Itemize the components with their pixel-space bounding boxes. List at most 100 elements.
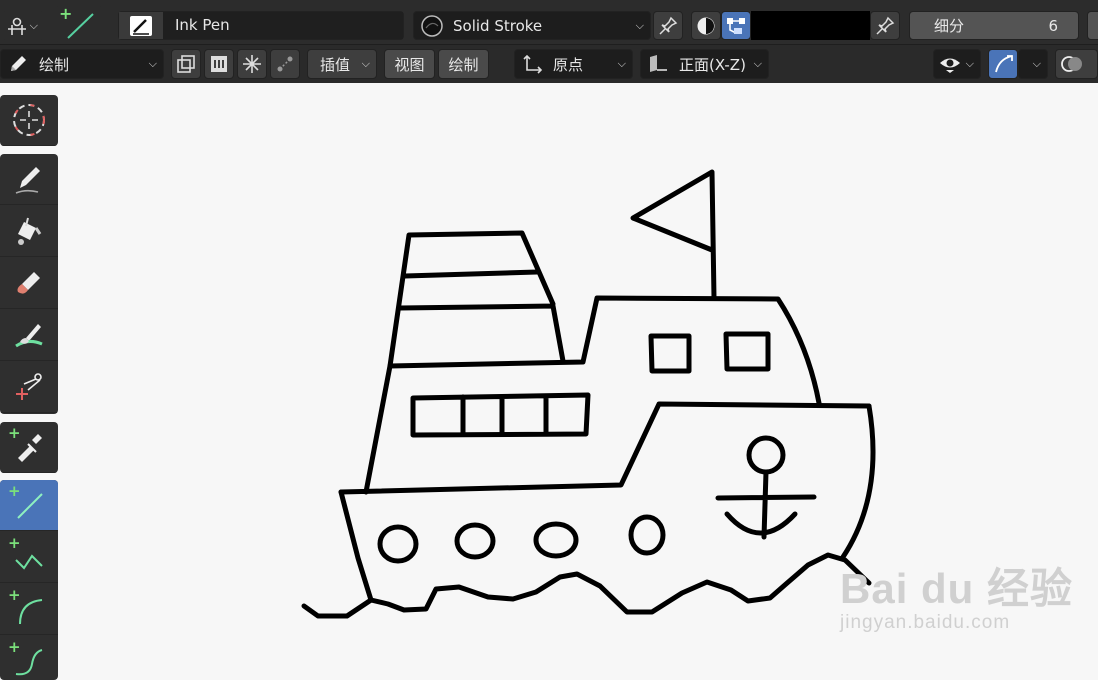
interpolate-label: 插值 xyxy=(320,55,351,74)
chevron-down-icon: ⌵ xyxy=(361,57,370,70)
gizmo-menu[interactable]: ⌵ xyxy=(1018,49,1048,79)
flag-stroke xyxy=(630,169,717,301)
watermark-logo: Bai du 经验 xyxy=(840,565,1074,612)
vertex-color-button[interactable] xyxy=(721,11,751,40)
plane-orientation-icon xyxy=(647,53,669,75)
chevron-down-icon: ⌵ xyxy=(29,18,38,32)
tool-arc[interactable]: + xyxy=(0,584,58,635)
stroke-select-button[interactable] xyxy=(204,49,234,79)
point-select-button[interactable] xyxy=(237,49,267,79)
chevron-down-icon: ⌵ xyxy=(635,18,644,32)
chevron-down-icon: ⌵ xyxy=(148,57,157,70)
pin-icon xyxy=(658,16,678,36)
draw-menu[interactable]: 绘制 xyxy=(438,49,489,79)
overlay-toggle[interactable] xyxy=(1055,49,1098,79)
mid-hull-stroke xyxy=(338,363,872,495)
view-menu-label: 视图 xyxy=(394,55,425,74)
material-name: Solid Stroke xyxy=(453,16,543,35)
snap-menu-button[interactable]: ⌵ xyxy=(2,11,44,40)
plus-icon: + xyxy=(8,534,21,552)
axis-origin-icon xyxy=(521,53,543,75)
paint-group xyxy=(0,154,58,414)
subdivision-field[interactable]: 细分 6 xyxy=(909,11,1079,40)
line-tool-icon: + xyxy=(55,6,99,42)
pin-color-button[interactable] xyxy=(870,11,900,40)
cursor-icon xyxy=(10,101,48,139)
plus-icon: + xyxy=(8,424,21,442)
chevron-down-icon: ⌵ xyxy=(753,57,762,70)
viewport-header: 绘制 ⌵ 插值 ⌵ 视图 绘制 原点 ⌵ 正面(X-Z) ⌵ ⌵ ⌵ xyxy=(0,45,1098,83)
interpolate-menu[interactable]: 插值 ⌵ xyxy=(307,49,377,79)
tool-settings-header: ⌵ + Ink Pen Solid Stroke ⌵ 细分 6 xyxy=(0,0,1098,45)
eraser-icon xyxy=(12,266,46,300)
chevron-down-icon: ⌵ xyxy=(1032,57,1041,70)
material-sphere-icon xyxy=(420,14,444,38)
view-menu[interactable]: 视图 xyxy=(384,49,435,79)
pin-icon xyxy=(875,16,895,36)
eyedropper-group: + xyxy=(0,422,58,473)
chevron-down-icon: ⌵ xyxy=(617,57,626,70)
color-swatch[interactable] xyxy=(751,11,870,40)
tool-polyline[interactable]: + xyxy=(0,532,58,583)
long-window-block xyxy=(410,392,591,438)
plus-icon: + xyxy=(8,638,21,656)
curve-gizmo-icon xyxy=(993,53,1015,75)
porthole-2 xyxy=(454,522,496,560)
orientation-selector[interactable]: 正面(X-Z) ⌵ xyxy=(640,49,769,79)
color-mode-icon xyxy=(696,16,716,36)
draw-menu-label: 绘制 xyxy=(448,55,479,74)
tool-cursor[interactable] xyxy=(0,95,58,146)
upper-window-right xyxy=(723,331,771,372)
wave-stroke xyxy=(301,552,872,619)
scissors-icon xyxy=(12,370,46,404)
orientation-label: 正面(X-Z) xyxy=(679,55,746,74)
origin-selector[interactable]: 原点 ⌵ xyxy=(514,49,633,79)
anchor-ring xyxy=(746,435,786,475)
tool-draw[interactable] xyxy=(0,154,58,205)
segment-icon xyxy=(275,54,295,74)
tool-erase[interactable] xyxy=(0,258,58,309)
tool-eyedropper[interactable]: + xyxy=(0,422,58,473)
funnel-stroke xyxy=(387,230,566,369)
primitive-group: + + + + xyxy=(0,480,58,680)
eye-icon xyxy=(938,54,962,74)
gizmo-toggle[interactable] xyxy=(988,49,1018,79)
pin-material-button[interactable] xyxy=(653,11,683,40)
tool-fill[interactable] xyxy=(0,206,58,257)
upper-cabin-stroke xyxy=(387,295,822,406)
material-selector[interactable]: Solid Stroke ⌵ xyxy=(413,11,651,40)
anchor-body xyxy=(715,469,817,540)
active-tool-indicator[interactable]: + xyxy=(55,6,103,42)
mode-selector[interactable]: 绘制 ⌵ xyxy=(0,49,164,79)
plus-icon: + xyxy=(8,482,21,500)
tool-tint[interactable] xyxy=(0,310,58,361)
color-mode-button[interactable] xyxy=(691,11,721,40)
cursor-group xyxy=(0,95,58,146)
segment-select-button[interactable] xyxy=(270,49,300,79)
porthole-1 xyxy=(377,524,419,564)
snap-transform-icon xyxy=(6,15,28,37)
subdivision-value: 6 xyxy=(1048,16,1058,35)
brush-preview-icon xyxy=(119,12,163,39)
pencil-icon xyxy=(7,53,29,75)
pencil-icon xyxy=(12,162,46,196)
porthole-4 xyxy=(628,514,666,556)
tool-line[interactable]: + xyxy=(0,480,58,531)
multiframe-button[interactable] xyxy=(171,49,201,79)
porthole-3 xyxy=(533,521,579,559)
visibility-menu[interactable]: ⌵ xyxy=(933,49,981,79)
sparkle-icon xyxy=(242,54,262,74)
stroke-mask-icon xyxy=(209,54,229,74)
vertex-color-icon xyxy=(726,16,748,36)
subdivision-label: 细分 xyxy=(934,17,965,35)
brush-selector[interactable]: Ink Pen xyxy=(118,11,404,40)
brush-name: Ink Pen xyxy=(163,12,403,39)
tint-brush-icon xyxy=(12,318,46,352)
upper-window-left xyxy=(648,333,692,374)
tool-curve[interactable]: + xyxy=(0,636,58,680)
multiframe-icon xyxy=(176,54,196,74)
baidu-jingyan-watermark: Bai du 经验 jingyan.baidu.com xyxy=(840,555,1073,634)
fill-bucket-icon xyxy=(12,214,46,248)
tool-cutter[interactable] xyxy=(0,362,58,413)
next-field-edge[interactable] xyxy=(1087,11,1098,40)
